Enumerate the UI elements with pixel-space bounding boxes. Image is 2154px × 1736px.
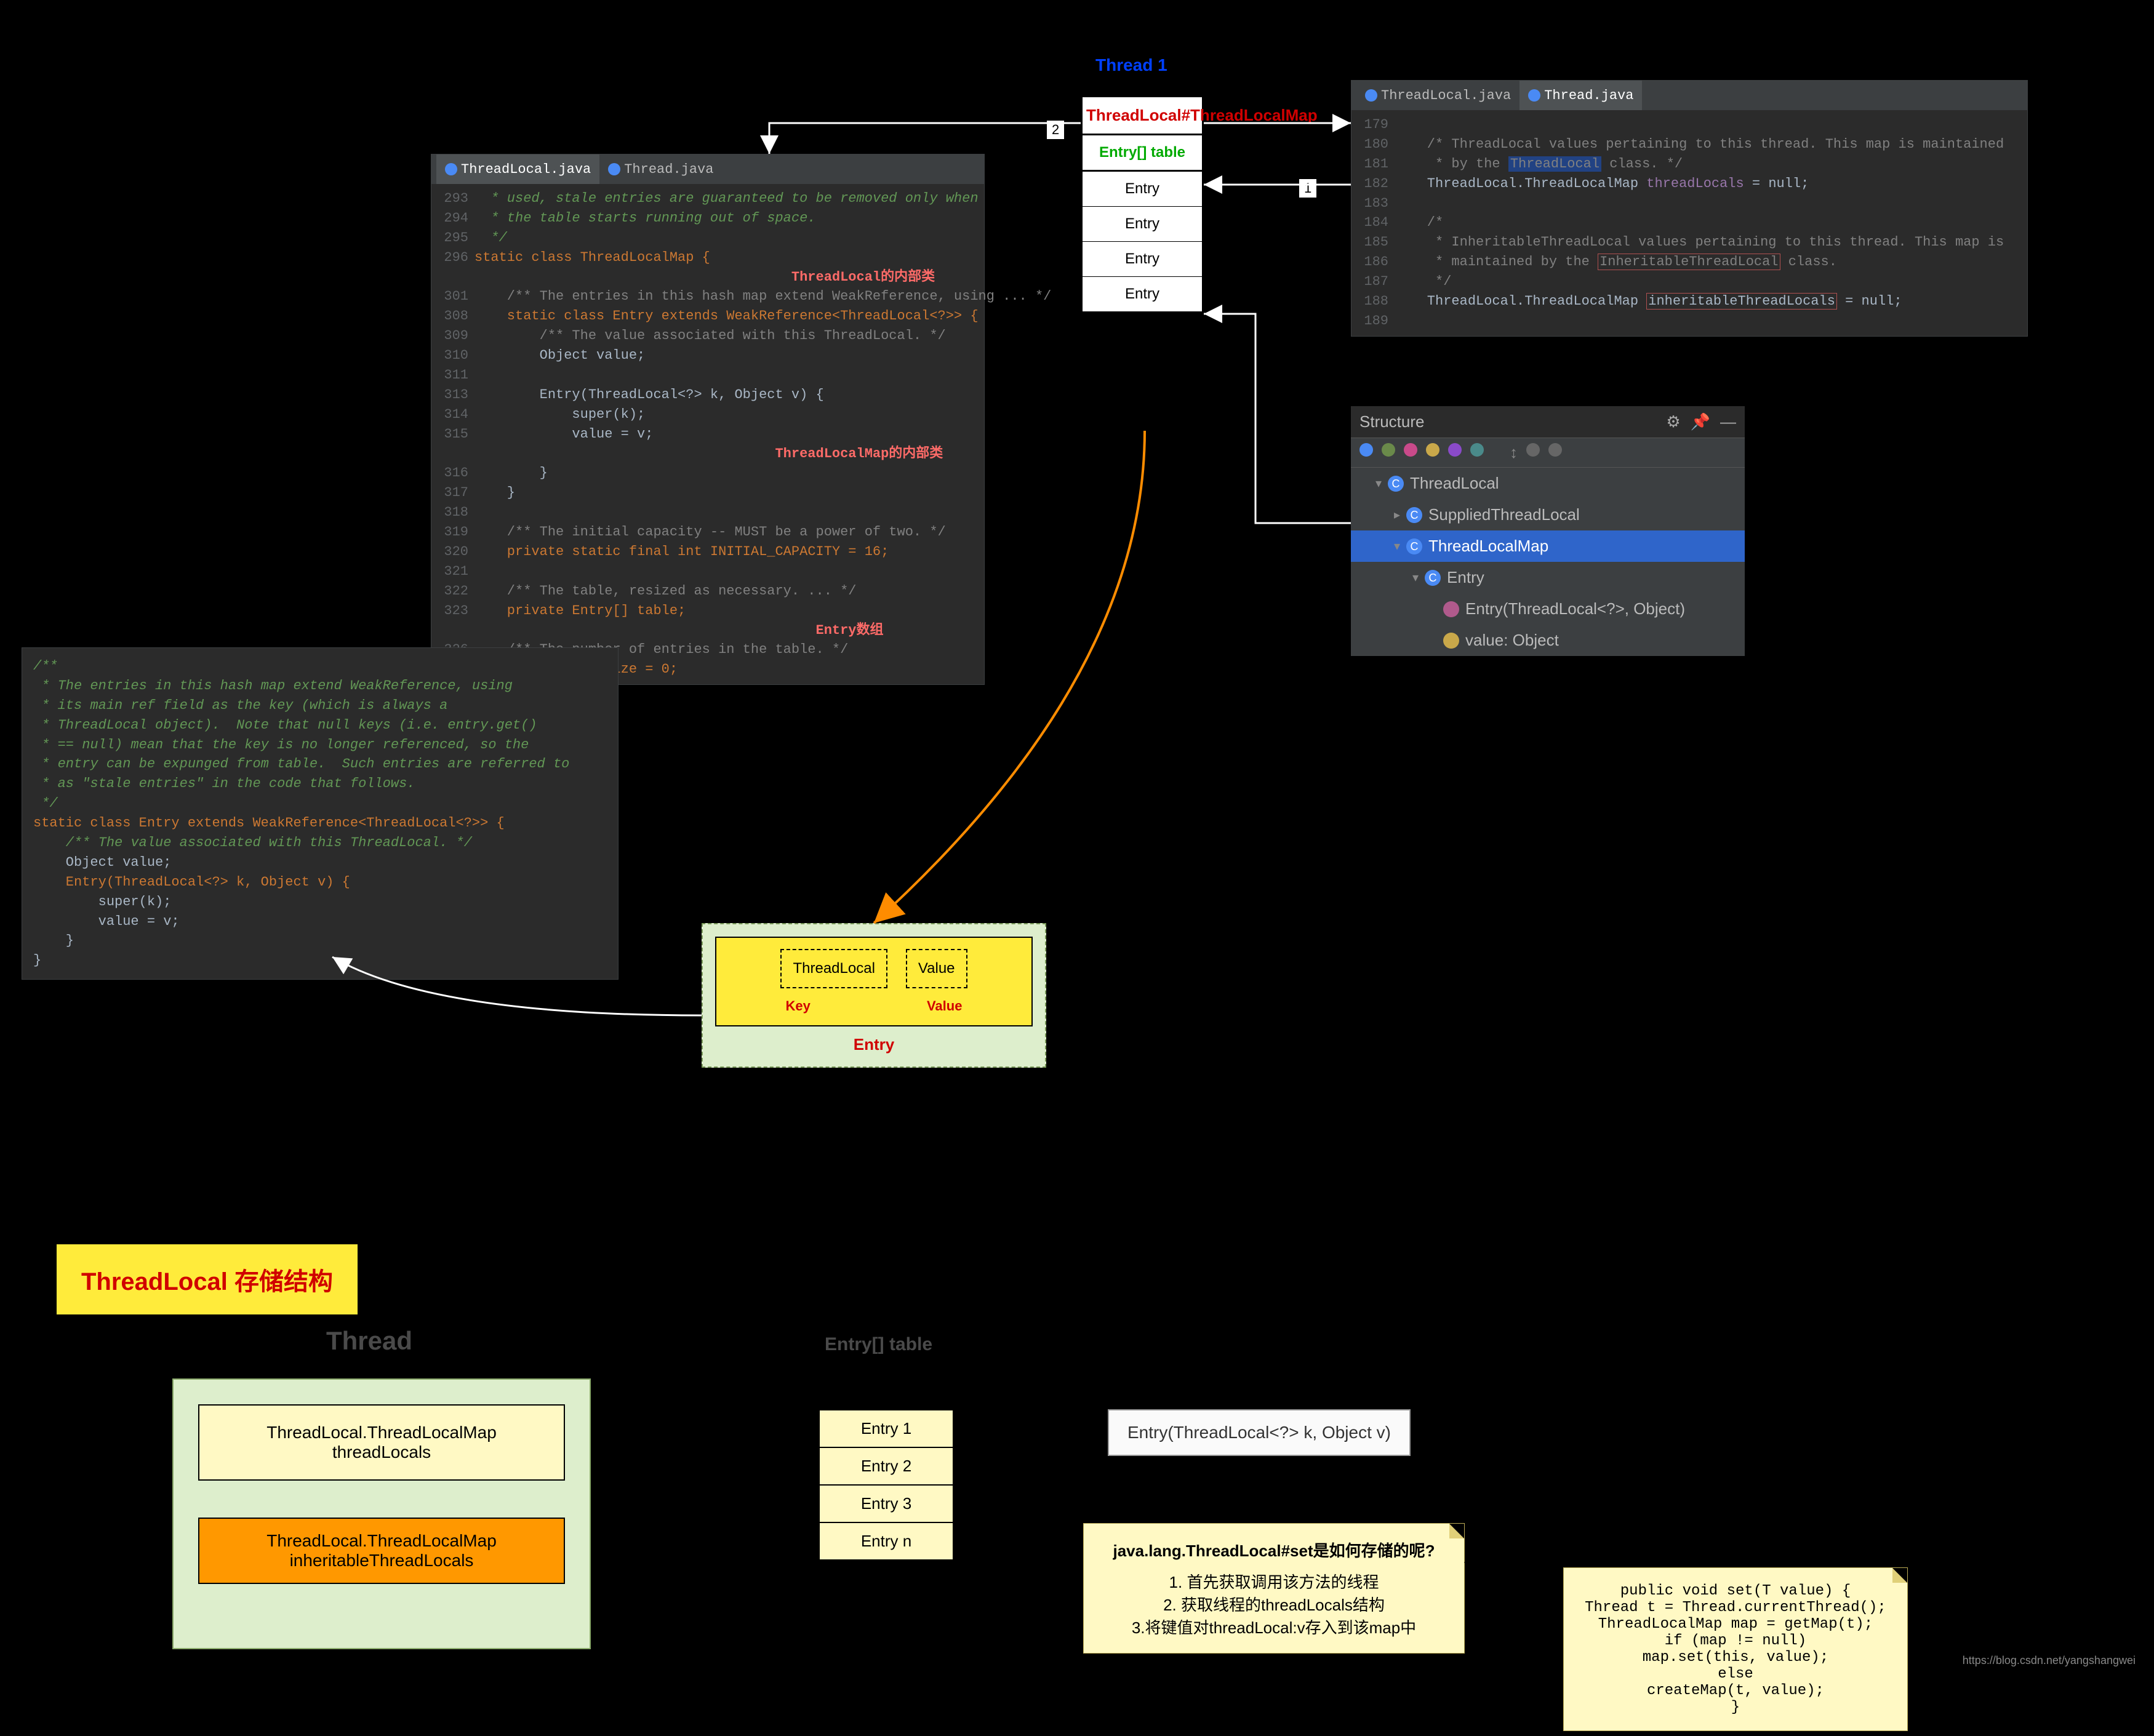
entry-row-n: Entry n bbox=[820, 1523, 953, 1561]
java-icon bbox=[608, 163, 620, 175]
toolbar-icon[interactable] bbox=[1470, 443, 1484, 457]
structure-toolbar: ↕ bbox=[1351, 438, 1745, 468]
structure-row[interactable]: ▾CThreadLocal bbox=[1351, 468, 1745, 499]
tab-label: Thread.java bbox=[1544, 88, 1633, 103]
conn-label-1: 1 bbox=[1299, 178, 1317, 198]
entry-row-2: Entry 2 bbox=[820, 1448, 953, 1486]
sticky-note-code: public void set(T value) {Thread t = Thr… bbox=[1563, 1567, 1908, 1731]
structure-settings-icon[interactable]: ⚙ bbox=[1666, 412, 1680, 431]
structure-row[interactable]: ▾CEntry bbox=[1351, 562, 1745, 593]
entry-table-stack: Entry 1 Entry 2 Entry 3 Entry n bbox=[819, 1409, 954, 1561]
structure-panel: Structure ⚙ 📌 — ↕ ▾CThreadLocal▸CSupplie… bbox=[1351, 406, 1745, 656]
entry-key-label: Key bbox=[786, 998, 811, 1014]
tab-label: Thread.java bbox=[624, 162, 713, 177]
entry-key-cell: ThreadLocal bbox=[780, 949, 887, 988]
structure-row[interactable]: ▸value: Object bbox=[1351, 625, 1745, 656]
sticky1-line: 2. 获取线程的threadLocals结构 bbox=[1099, 1593, 1449, 1615]
java-icon bbox=[1365, 89, 1377, 102]
ide2-code: 179180 /* ThreadLocal values pertaining … bbox=[1351, 110, 2027, 336]
ide2-tabs: ThreadLocal.java Thread.java bbox=[1351, 81, 2027, 110]
toolbar-icon[interactable] bbox=[1404, 443, 1417, 457]
inheritable-threadlocals-box: ThreadLocal.ThreadLocalMapinheritableThr… bbox=[198, 1518, 565, 1584]
ide2-tab-thread[interactable]: Thread.java bbox=[1519, 81, 1642, 110]
ide2-tab-threadlocal[interactable]: ThreadLocal.java bbox=[1356, 81, 1519, 110]
tlm-cell-2: Entry bbox=[1083, 242, 1202, 277]
structure-header: Structure ⚙ 📌 — bbox=[1351, 406, 1745, 438]
ide1-tab-thread[interactable]: Thread.java bbox=[599, 154, 722, 184]
structure-title: Structure bbox=[1359, 412, 1425, 431]
threadlocalmap-box: ThreadLocal#ThreadLocalMap Entry[] table… bbox=[1081, 95, 1204, 313]
tlm-sub: Entry[] table bbox=[1083, 135, 1202, 172]
toolbar-icon[interactable] bbox=[1448, 443, 1462, 457]
structure-row[interactable]: ▸Entry(ThreadLocal<?>, Object) bbox=[1351, 593, 1745, 625]
toolbar-icon[interactable] bbox=[1382, 443, 1395, 457]
structure-pin-icon[interactable]: 📌 bbox=[1691, 412, 1710, 431]
watermark: https://blog.csdn.net/yangshangwei bbox=[1963, 1654, 2136, 1667]
tlm-cell-3: Entry bbox=[1083, 277, 1202, 311]
tab-label: ThreadLocal.java bbox=[1381, 88, 1511, 103]
tlm-header: ThreadLocal#ThreadLocalMap bbox=[1083, 97, 1202, 135]
thread-1-label: Thread 1 bbox=[1095, 55, 1167, 75]
structure-row[interactable]: ▸CSuppliedThreadLocal bbox=[1351, 499, 1745, 530]
ide1-tabs: ThreadLocal.java Thread.java bbox=[431, 154, 984, 184]
section-title: ThreadLocal 存储结构 bbox=[55, 1243, 359, 1316]
ide1-tab-threadlocal[interactable]: ThreadLocal.java bbox=[436, 154, 599, 184]
thread-heading: Thread bbox=[326, 1326, 412, 1356]
structure-row[interactable]: ▾CThreadLocalMap bbox=[1351, 530, 1745, 562]
sticky1-line: 1. 首先获取调用该方法的线程 bbox=[1099, 1570, 1449, 1593]
entry-title: Entry bbox=[715, 1035, 1033, 1054]
entry-code-snippet: /** * The entries in this hash map exten… bbox=[22, 647, 619, 980]
entry-value-cell: Value bbox=[906, 949, 967, 988]
entry-row-1: Entry 1 bbox=[820, 1410, 953, 1448]
java-icon bbox=[1528, 89, 1540, 102]
entry-row-3: Entry 3 bbox=[820, 1486, 953, 1523]
conn-label-2: 2 bbox=[1046, 120, 1065, 140]
entry-yellow-box: ThreadLocal Value Key Value bbox=[715, 937, 1033, 1026]
threadlocals-field-box: ThreadLocal.ThreadLocalMap threadLocals bbox=[198, 1404, 565, 1481]
toolbar-icon[interactable] bbox=[1526, 443, 1540, 457]
sticky1-line: 3.将键值对threadLocal:v存入到该map中 bbox=[1099, 1615, 1449, 1638]
tab-label: ThreadLocal.java bbox=[461, 162, 591, 177]
toolbar-sort-icon[interactable]: ↕ bbox=[1510, 443, 1518, 462]
entry-constructor-box: Entry(ThreadLocal<?> k, Object v) bbox=[1108, 1409, 1411, 1456]
ide1-code: 293 * used, stale entries are guaranteed… bbox=[431, 184, 984, 684]
toolbar-icon[interactable] bbox=[1426, 443, 1439, 457]
tlm-cell-0: Entry bbox=[1083, 172, 1202, 207]
java-icon bbox=[445, 163, 457, 175]
sticky-note-question: java.lang.ThreadLocal#set是如何存储的呢? 1. 首先获… bbox=[1083, 1523, 1465, 1654]
entry-table-heading: Entry[] table bbox=[825, 1334, 932, 1355]
entry-diagram-box: ThreadLocal Value Key Value Entry bbox=[702, 923, 1046, 1068]
structure-minimize-icon[interactable]: — bbox=[1720, 412, 1736, 431]
sticky1-title: java.lang.ThreadLocal#set是如何存储的呢? bbox=[1099, 1538, 1449, 1561]
tlm-cell-1: Entry bbox=[1083, 207, 1202, 242]
ide-panel-thread: ThreadLocal.java Thread.java 179180 /* T… bbox=[1351, 80, 2028, 337]
ide-panel-threadlocal: ThreadLocal.java Thread.java 293 * used,… bbox=[431, 154, 985, 685]
toolbar-icon[interactable] bbox=[1548, 443, 1562, 457]
entry-value-label: Value bbox=[927, 998, 962, 1014]
toolbar-icon[interactable] bbox=[1359, 443, 1373, 457]
thread-container: ThreadLocal.ThreadLocalMap threadLocals … bbox=[172, 1378, 591, 1649]
